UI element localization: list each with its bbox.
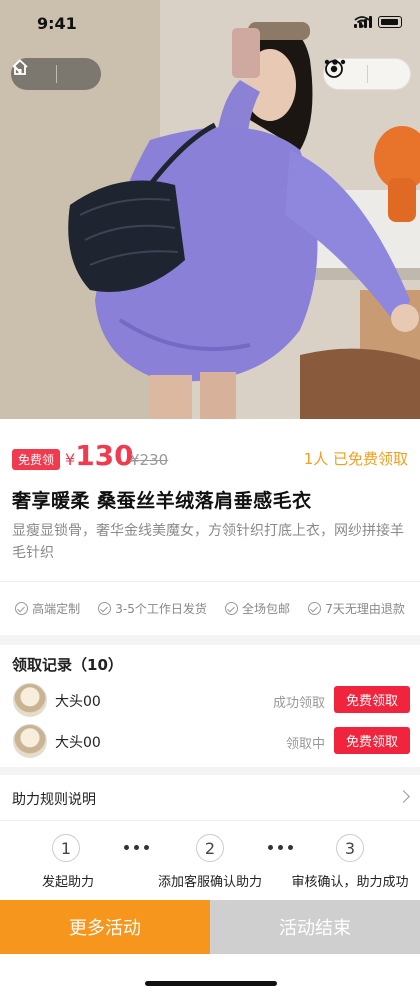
record-row: 大头00 领取中 免费领取 bbox=[0, 724, 420, 758]
step-label: 发起助力 bbox=[41, 875, 95, 890]
activity-ended-button[interactable]: 活动结束 bbox=[210, 900, 420, 954]
product-hero-image: 9:41 bbox=[0, 0, 420, 419]
home-indicator bbox=[145, 981, 277, 986]
status-time: 9:41 bbox=[37, 14, 77, 33]
close-button[interactable] bbox=[325, 58, 410, 90]
step-dots bbox=[268, 845, 293, 850]
step-label: 添加客服确认助力 bbox=[157, 875, 263, 890]
miniprogram-capsule bbox=[323, 58, 411, 90]
step-dots bbox=[124, 845, 149, 850]
avatar bbox=[13, 724, 47, 758]
avatar bbox=[13, 683, 47, 717]
target-circle-icon bbox=[325, 60, 343, 78]
price: ¥130 bbox=[65, 439, 134, 472]
product-title: 奢享暖柔 桑蚕丝羊绒落肩垂感毛衣 bbox=[12, 490, 312, 512]
step-number: 1 bbox=[52, 834, 80, 862]
product-subtitle: 显瘦显锁骨，奢华金线美魔女，方领针织打底上衣，网纱拼接羊毛针织 bbox=[12, 523, 404, 561]
feature-label: 7天无理由退款 bbox=[325, 602, 405, 616]
feature-label: 全场包邮 bbox=[242, 602, 291, 616]
free-claim-button[interactable]: 免费领取 bbox=[334, 686, 410, 713]
bottom-safe-area bbox=[0, 954, 420, 1002]
record-row: 大头00 成功领取 免费领取 bbox=[0, 683, 420, 717]
record-status: 成功领取 bbox=[272, 696, 325, 711]
status-bar: 9:41 bbox=[0, 0, 420, 46]
step-number: 3 bbox=[336, 834, 364, 862]
home-icon bbox=[12, 59, 28, 75]
wifi-icon bbox=[354, 16, 370, 28]
check-circle-icon bbox=[98, 602, 112, 615]
feature-item: 7天无理由退款 bbox=[308, 600, 405, 617]
more-activities-button[interactable]: 更多活动 bbox=[0, 900, 210, 954]
rules-row[interactable]: 助力规则说明 bbox=[0, 775, 420, 821]
record-status: 领取中 bbox=[285, 737, 325, 752]
feature-item: 全场包邮 bbox=[225, 600, 290, 617]
records-title: 领取记录（10） bbox=[12, 656, 123, 674]
check-circle-icon bbox=[225, 602, 239, 615]
price-value: 130 bbox=[75, 439, 134, 472]
home-button[interactable] bbox=[12, 58, 101, 90]
claimed-count: 1人 已免费领取 bbox=[303, 450, 408, 468]
chevron-right-icon bbox=[397, 790, 410, 803]
check-circle-icon bbox=[15, 602, 29, 615]
free-badge: 免费领 bbox=[12, 449, 61, 470]
status-icons bbox=[354, 16, 402, 28]
step-number: 2 bbox=[196, 834, 224, 862]
check-circle-icon bbox=[308, 602, 322, 615]
price-currency: ¥ bbox=[65, 450, 76, 469]
feature-list: 高端定制 3-5个工作日发货 全场包邮 7天无理由退款 bbox=[0, 581, 420, 635]
steps: 1 2 3 发起助力 添加客服确认助力 审核确认，助力成功 bbox=[0, 821, 420, 900]
free-claim-button[interactable]: 免费领取 bbox=[334, 727, 410, 754]
nav-pill bbox=[11, 58, 101, 90]
record-name: 大头00 bbox=[55, 735, 101, 751]
footer-actions: 更多活动 活动结束 bbox=[0, 900, 420, 954]
claim-records: 领取记录（10） 大头00 成功领取 免费领取 大头00 领取中 免费领取 bbox=[0, 645, 420, 767]
original-price: ¥230 bbox=[130, 451, 169, 469]
feature-label: 3-5个工作日发货 bbox=[115, 602, 207, 616]
record-name: 大头00 bbox=[55, 694, 101, 710]
feature-label: 高端定制 bbox=[32, 602, 81, 616]
step-label: 审核确认，助力成功 bbox=[291, 875, 409, 890]
feature-item: 3-5个工作日发货 bbox=[98, 600, 207, 617]
battery-icon bbox=[378, 16, 402, 28]
feature-item: 高端定制 bbox=[15, 600, 80, 617]
product-info: 免费领 ¥130 ¥230 1人 已免费领取 奢享暖柔 桑蚕丝羊绒落肩垂感毛衣 … bbox=[0, 419, 420, 581]
rules-title: 助力规则说明 bbox=[12, 792, 96, 808]
